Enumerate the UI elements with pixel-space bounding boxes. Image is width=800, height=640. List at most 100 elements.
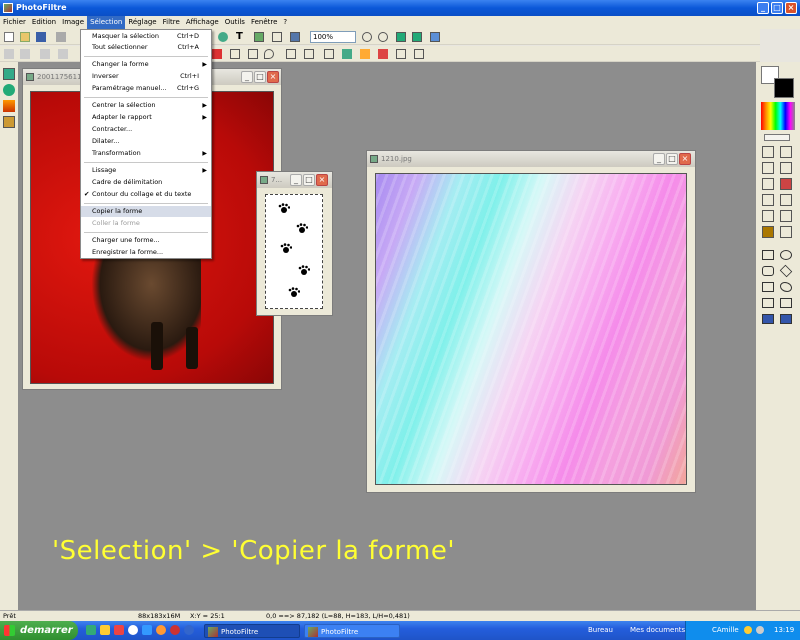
menu-item-coller-forme[interactable]: Coller la forme xyxy=(81,218,211,229)
lasso-icon[interactable] xyxy=(780,282,792,292)
menu-item-cadre[interactable]: Cadre de délimitation xyxy=(81,177,211,188)
hand-icon[interactable] xyxy=(780,226,792,238)
zoom-in-icon[interactable] xyxy=(362,32,372,42)
paw-prints-canvas[interactable] xyxy=(265,194,323,309)
ellipse-shape-icon[interactable] xyxy=(780,250,792,260)
quicklaunch-icon[interactable] xyxy=(100,625,110,635)
menu-item-lissage[interactable]: Lissage ▶ xyxy=(81,165,211,176)
sepia-icon[interactable] xyxy=(360,49,370,59)
quicklaunch-icon[interactable] xyxy=(142,625,152,635)
text-tool-icon[interactable]: T xyxy=(236,32,246,42)
gallery-icon[interactable] xyxy=(290,32,300,42)
quicklaunch-icon[interactable] xyxy=(114,625,124,635)
rounded-rect-icon[interactable] xyxy=(762,266,774,276)
zoom-out-icon[interactable] xyxy=(378,32,388,42)
quicklaunch-icon[interactable] xyxy=(86,625,96,635)
bezier-icon[interactable] xyxy=(780,298,792,308)
menu-edition[interactable]: Edition xyxy=(29,16,59,29)
rotate-icon[interactable] xyxy=(396,49,406,59)
auto-level-icon[interactable] xyxy=(4,49,14,59)
tray-icon[interactable] xyxy=(744,626,752,634)
menu-item-masquer[interactable]: Masquer la sélection Ctrl+D xyxy=(81,31,211,42)
drop-icon[interactable] xyxy=(264,49,274,59)
saturation-icon[interactable] xyxy=(212,49,222,59)
menu-item-adapter[interactable]: Adapter le rapport ▶ xyxy=(81,112,211,123)
background-color-swatch[interactable] xyxy=(774,78,794,98)
window-maximize-button[interactable]: □ xyxy=(666,153,678,165)
eyedropper-icon[interactable] xyxy=(780,146,792,158)
quicklaunch-icon[interactable] xyxy=(156,625,166,635)
window-close-button[interactable]: × xyxy=(679,153,691,165)
color-icon[interactable] xyxy=(342,49,352,59)
quicklaunch-icon[interactable] xyxy=(184,625,194,635)
filter-icon[interactable] xyxy=(218,32,228,42)
image-icon[interactable] xyxy=(254,32,264,42)
selection-tool-icon[interactable] xyxy=(762,146,774,158)
stamp-window-titlebar[interactable]: 7... _ □ × xyxy=(257,172,332,188)
menu-fenetre[interactable]: Fenêtre xyxy=(248,16,280,29)
print-icon[interactable] xyxy=(56,32,66,42)
menu-item-contracter[interactable]: Contracter... xyxy=(81,124,211,135)
rotate2-icon[interactable] xyxy=(414,49,424,59)
triangle-shape-icon[interactable] xyxy=(762,282,774,292)
menu-fichier[interactable]: Fichier xyxy=(0,16,29,29)
menu-item-dilater[interactable]: Dilater... xyxy=(81,136,211,147)
open-icon[interactable] xyxy=(20,32,30,42)
menu-item-parametrage[interactable]: Paramétrage manuel... Ctrl+G xyxy=(81,83,211,94)
fill-bucket-icon[interactable] xyxy=(762,178,774,190)
mirror-icon[interactable] xyxy=(230,49,240,59)
menu-item-charger-forme[interactable]: Charger une forme... xyxy=(81,235,211,246)
invert-layer-icon[interactable] xyxy=(780,314,792,324)
batch-icon[interactable] xyxy=(3,116,15,128)
menu-item-tout-selectionner[interactable]: Tout sélectionner Ctrl+A xyxy=(81,42,211,53)
select-layer-icon[interactable] xyxy=(762,314,774,324)
window-close-button[interactable]: × xyxy=(267,71,279,83)
frame-icon[interactable] xyxy=(272,32,282,42)
menu-help[interactable]: ? xyxy=(280,16,290,29)
menu-selection[interactable]: Sélection xyxy=(87,16,126,29)
window-minimize-button[interactable]: _ xyxy=(241,71,253,83)
menu-item-contour[interactable]: ✔ Contour du collage et du texte xyxy=(81,189,211,200)
diamond-shape-icon[interactable] xyxy=(779,264,793,278)
blur-drop-icon[interactable] xyxy=(762,210,774,222)
actual-size-icon[interactable] xyxy=(412,32,422,42)
red-icon[interactable] xyxy=(378,49,388,59)
gradient-photo-canvas[interactable] xyxy=(375,173,687,485)
line-tool-icon[interactable] xyxy=(780,162,792,174)
menu-image[interactable]: Image xyxy=(59,16,87,29)
contrast-icon[interactable] xyxy=(58,49,68,59)
toolbar-mes-documents[interactable]: Mes documents xyxy=(630,626,685,634)
palette-scroll-buttons[interactable] xyxy=(764,134,790,141)
sharpen-icon[interactable] xyxy=(286,49,296,59)
quicklaunch-icon[interactable] xyxy=(128,625,138,635)
maximize-button[interactable]: □ xyxy=(771,2,783,14)
polygon-icon[interactable] xyxy=(762,298,774,308)
window-maximize-button[interactable]: □ xyxy=(254,71,266,83)
menu-item-copier-forme[interactable]: Copier la forme xyxy=(81,206,211,217)
menu-item-enregistrer-forme[interactable]: Enregistrer la forme... xyxy=(81,247,211,258)
new-icon[interactable] xyxy=(4,32,14,42)
rectangle-shape-icon[interactable] xyxy=(762,250,774,260)
auto-contrast-icon[interactable] xyxy=(20,49,30,59)
blur-icon[interactable] xyxy=(248,49,258,59)
quicklaunch-icon[interactable] xyxy=(170,625,180,635)
menu-filtre[interactable]: Filtre xyxy=(160,16,183,29)
brightness-icon[interactable] xyxy=(40,49,50,59)
spray-icon[interactable] xyxy=(780,178,792,190)
palette-icon[interactable] xyxy=(3,100,15,112)
stamp-close-button[interactable]: × xyxy=(316,174,328,186)
fit-window-icon[interactable] xyxy=(396,32,406,42)
volume-icon[interactable] xyxy=(756,626,764,634)
more-sharpen-icon[interactable] xyxy=(304,49,314,59)
magic-wand-icon[interactable] xyxy=(762,162,774,174)
color-palette-grid[interactable] xyxy=(761,102,795,130)
stamp-minimize-button[interactable]: _ xyxy=(290,174,302,186)
zoom-select[interactable]: 100% xyxy=(310,31,356,43)
start-button[interactable]: demarrer xyxy=(0,621,78,640)
brush-icon[interactable] xyxy=(762,194,774,206)
menu-item-centrer[interactable]: Centrer la sélection ▶ xyxy=(81,100,211,111)
advanced-brush-icon[interactable] xyxy=(780,194,792,206)
menu-item-changer-forme[interactable]: Changer la forme ▶ xyxy=(81,59,211,70)
menu-outils[interactable]: Outils xyxy=(222,16,248,29)
taskbar-button-photofiltre-1[interactable]: PhotoFiltre xyxy=(204,624,300,638)
